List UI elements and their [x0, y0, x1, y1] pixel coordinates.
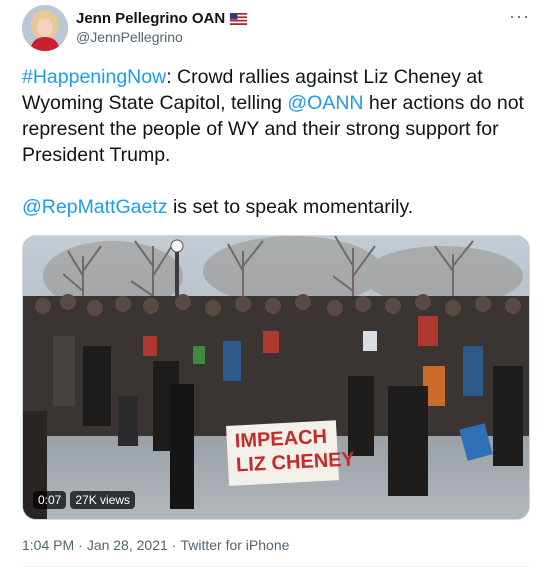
mention-link-oann[interactable]: @OANN [287, 92, 363, 114]
video-duration: 0:07 [33, 491, 67, 509]
tweet-date[interactable]: Jan 28, 2021 [87, 537, 168, 553]
tweet-text-part-3: is set to speak momentarily. [167, 196, 414, 218]
tweet-meta: 1:04 PM · Jan 28, 2021 · Twitter for iPhone [22, 537, 289, 553]
hashtag-link[interactable]: #HappeningNow [22, 66, 166, 88]
meta-separator: · [78, 537, 83, 553]
tweet-source[interactable]: Twitter for iPhone [180, 537, 289, 553]
avatar-image [22, 5, 68, 51]
meta-separator: · [171, 537, 177, 553]
tweet-paragraph-2: @RepMattGaetz is set to speak momentaril… [22, 194, 532, 220]
mention-link-gaetz[interactable]: @RepMattGaetz [22, 196, 168, 218]
video-player[interactable]: IMPEACH LIZ CHENEY 0:07 27K views [22, 235, 530, 520]
us-flag-icon [230, 12, 248, 25]
tweet-time[interactable]: 1:04 PM [22, 537, 74, 553]
tweet-paragraph-1: #HappeningNow: Crowd rallies against Liz… [22, 64, 532, 168]
tweet-card: Jenn Pellegrino OAN @JennPellegrino ··· … [0, 0, 552, 578]
author-name-row[interactable]: Jenn Pellegrino OAN [76, 10, 248, 27]
more-options-icon[interactable]: ··· [509, 6, 530, 27]
video-frame: IMPEACH LIZ CHENEY [23, 236, 529, 519]
divider [22, 566, 530, 567]
author-display-name[interactable]: Jenn Pellegrino OAN [76, 10, 225, 27]
avatar[interactable] [22, 5, 68, 51]
video-views: 27K views [70, 491, 136, 509]
video-badges: 0:07 27K views [33, 491, 136, 509]
tweet-text: #HappeningNow: Crowd rallies against Liz… [22, 64, 532, 220]
author-handle[interactable]: @JennPellegrino [76, 29, 183, 45]
